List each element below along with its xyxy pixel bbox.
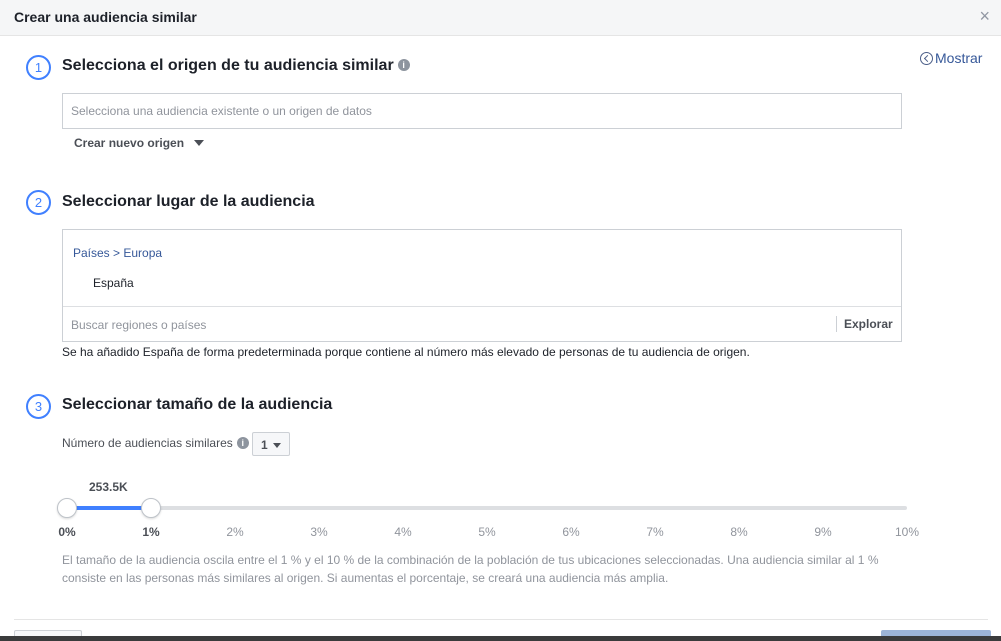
count-value: 1 bbox=[261, 438, 268, 452]
location-search-input[interactable]: Buscar regiones o países bbox=[71, 318, 206, 332]
similar-audiences-count-select[interactable]: 1 bbox=[252, 432, 290, 456]
info-icon[interactable]: i bbox=[236, 436, 249, 449]
explore-button[interactable]: Explorar bbox=[844, 317, 893, 331]
step-2-circle: 2 bbox=[26, 190, 51, 215]
location-divider bbox=[63, 306, 901, 307]
audience-size-description: El tamaño de la audiencia oscila entre e… bbox=[62, 553, 879, 585]
step-1-title-text: Selecciona el origen de tu audiencia sim… bbox=[62, 57, 394, 74]
show-panel-link[interactable]: Mostrar bbox=[920, 50, 982, 66]
show-panel-label: Mostrar bbox=[935, 50, 983, 66]
audience-dialog: Crear una audiencia similar × Mostrar 1 … bbox=[0, 0, 1001, 636]
slider-handle-end[interactable] bbox=[141, 498, 161, 518]
slider-tick-label: 1% bbox=[142, 525, 160, 539]
dialog-header: Crear una audiencia similar × bbox=[0, 0, 1001, 36]
step-1-circle: 1 bbox=[26, 55, 51, 80]
caret-down-icon bbox=[194, 140, 205, 146]
dialog-title: Crear una audiencia similar bbox=[14, 9, 197, 25]
step-3-title: Seleccionar tamaño de la audiencia bbox=[62, 396, 333, 413]
selected-location[interactable]: España bbox=[93, 276, 134, 290]
create-new-source-label: Crear nuevo origen bbox=[74, 136, 185, 150]
audience-size-slider-fill bbox=[67, 506, 151, 510]
step-2-title: Seleccionar lugar de la audiencia bbox=[62, 193, 315, 210]
audience-size-slider-track[interactable] bbox=[67, 506, 907, 510]
slider-handle-start[interactable] bbox=[57, 498, 77, 518]
slider-tick-label: 7% bbox=[646, 525, 664, 539]
slider-tick-label: 8% bbox=[730, 525, 748, 539]
count-label-text: Número de audiencias similares bbox=[62, 436, 233, 450]
slider-tick-label: 3% bbox=[310, 525, 328, 539]
slider-tick-label: 6% bbox=[562, 525, 580, 539]
create-new-source-button[interactable]: Crear nuevo origen bbox=[74, 136, 205, 150]
audience-source-placeholder: Selecciona una audiencia existente o un … bbox=[71, 104, 372, 118]
explore-separator bbox=[836, 316, 837, 332]
footer-divider bbox=[14, 619, 988, 620]
step-3-circle: 3 bbox=[26, 394, 51, 419]
close-icon[interactable]: × bbox=[979, 7, 990, 25]
slider-tick-label: 0% bbox=[58, 525, 76, 539]
chevron-left-circle-icon bbox=[920, 51, 933, 65]
slider-tick-label: 10% bbox=[894, 525, 920, 539]
slider-tick-label: 4% bbox=[394, 525, 412, 539]
caret-down-icon bbox=[273, 443, 281, 448]
similar-audiences-count-label: Número de audiencias similares i bbox=[62, 436, 249, 450]
background-edge-bottom bbox=[0, 636, 1001, 641]
location-selector: Países > Europa España Buscar regiones o… bbox=[62, 229, 902, 342]
slider-tick-label: 9% bbox=[814, 525, 832, 539]
audience-size-value: 253.5K bbox=[89, 480, 128, 494]
step-1-title: Selecciona el origen de tu audiencia sim… bbox=[62, 57, 410, 75]
audience-source-input[interactable]: Selecciona una audiencia existente o un … bbox=[62, 93, 902, 129]
location-breadcrumb[interactable]: Países > Europa bbox=[73, 246, 162, 260]
location-note: Se ha añadido España de forma predetermi… bbox=[62, 345, 750, 359]
slider-tick-label: 2% bbox=[226, 525, 244, 539]
info-icon[interactable]: i bbox=[397, 58, 410, 71]
slider-tick-label: 5% bbox=[478, 525, 496, 539]
